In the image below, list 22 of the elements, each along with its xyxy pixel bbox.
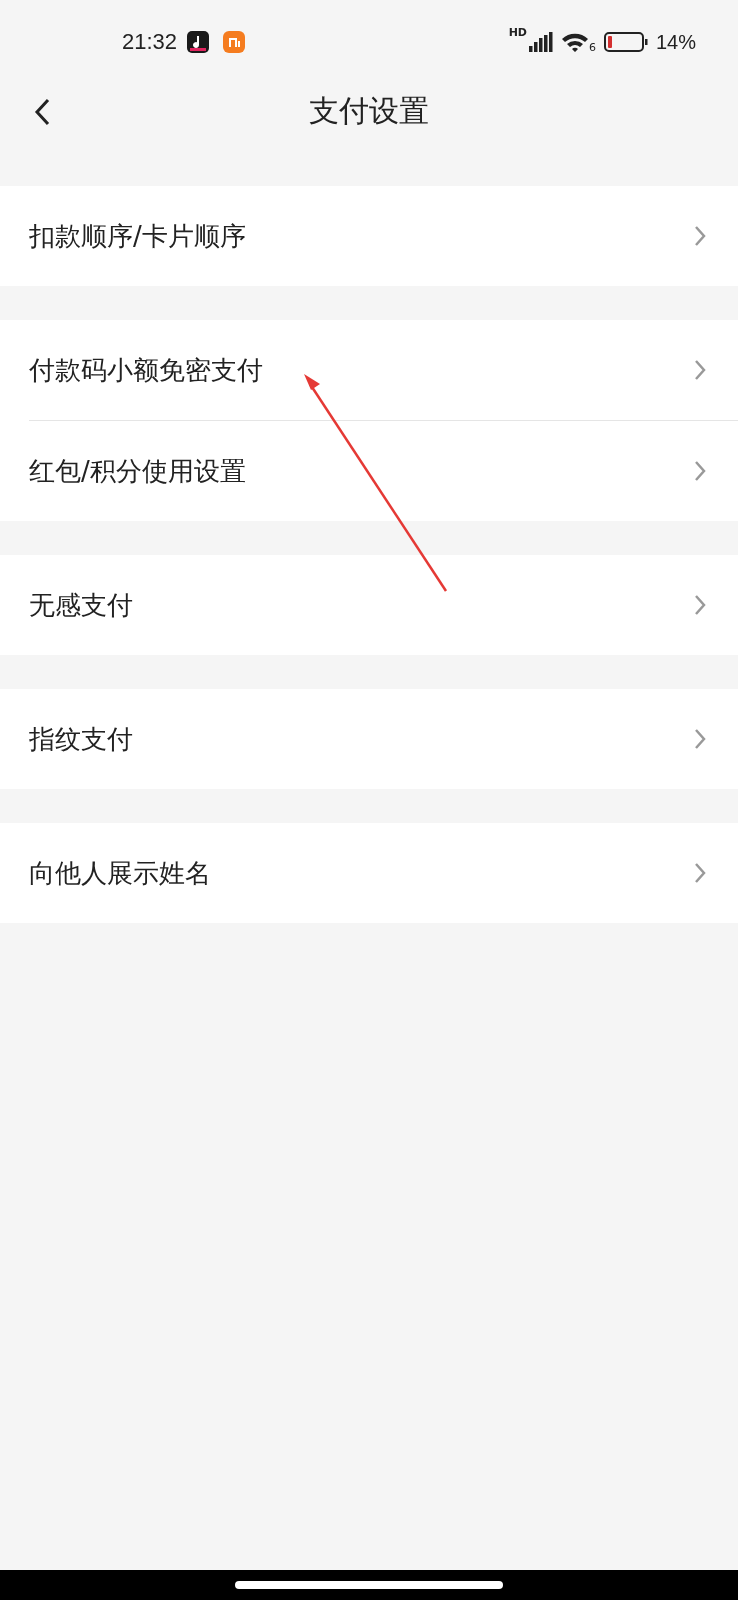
- music-note-app-icon: [187, 31, 210, 53]
- settings-item[interactable]: 付款码小额免密支付: [29, 320, 738, 420]
- battery-percent: 14%: [655, 30, 696, 54]
- settings-item[interactable]: 扣款顺序/卡片顺序: [29, 186, 738, 286]
- status-time: 21:32: [122, 29, 178, 55]
- wifi-icon: [560, 32, 589, 52]
- settings-item[interactable]: 无感支付: [29, 555, 738, 655]
- signal-icon: [528, 32, 553, 52]
- chevron-icon: [694, 460, 706, 482]
- signal-label: HD: [508, 26, 527, 39]
- chevron-icon: [694, 225, 706, 247]
- settings-item[interactable]: 指纹支付: [29, 689, 738, 789]
- chevron-icon: [694, 728, 706, 750]
- chevron-icon: [694, 862, 706, 884]
- chevron-icon: [694, 359, 706, 381]
- wifi-label: 6: [588, 41, 596, 54]
- settings-item[interactable]: 向他人展示姓名: [29, 823, 738, 923]
- chevron-icon: [694, 594, 706, 616]
- page-title: 支付设置: [309, 91, 429, 130]
- battery-icon: [603, 32, 648, 52]
- app-icon: [223, 31, 246, 53]
- settings-item[interactable]: 红包/积分使用设置: [29, 420, 738, 521]
